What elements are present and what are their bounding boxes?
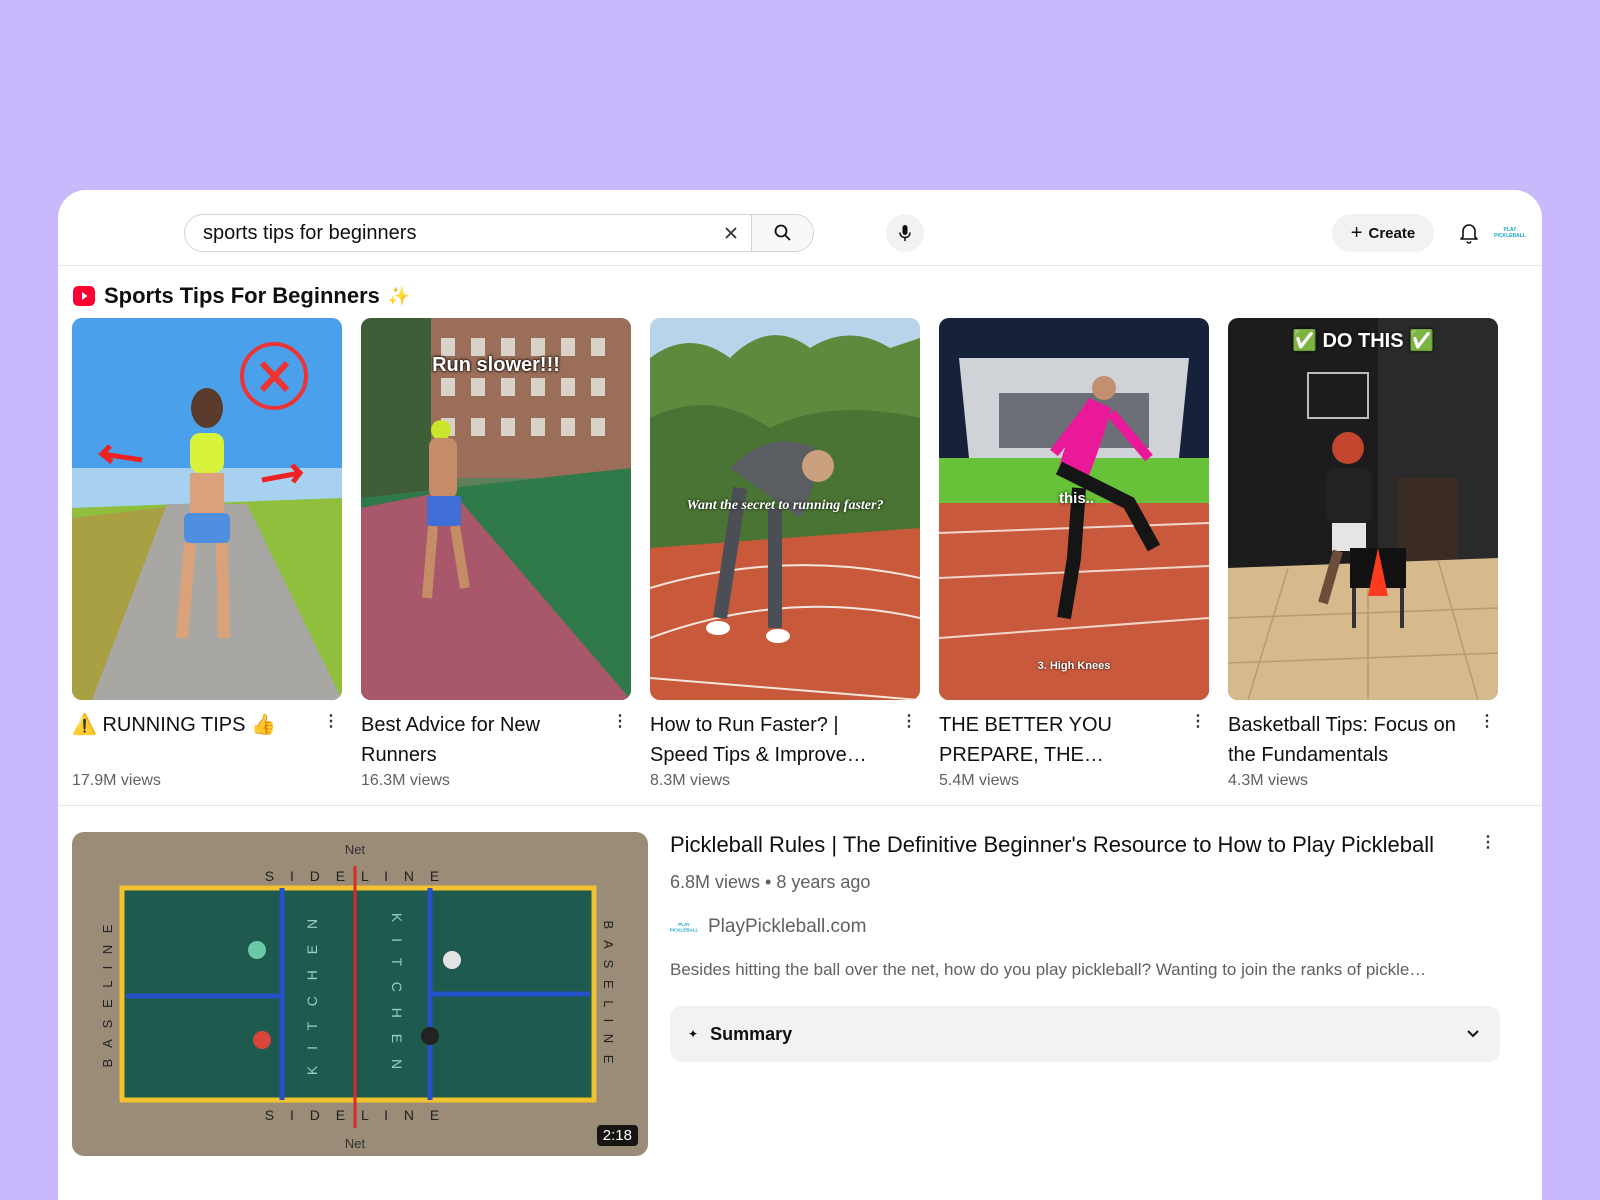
basketball-drill-image — [1228, 318, 1498, 700]
video-meta: 6.8M views • 8 years ago — [670, 872, 871, 892]
sparkle-emoji: ✨ — [387, 285, 411, 306]
create-label: Create — [1368, 224, 1416, 242]
summary-label: Summary — [710, 1023, 793, 1044]
channel-link[interactable]: PLAY PICKLEBALL PlayPickleball.com — [670, 916, 866, 938]
summary-expander[interactable]: ✦ Summary — [670, 1006, 1500, 1062]
short-card[interactable]: this.. 3. High Knees THE BETTER YOU PREP… — [939, 318, 1209, 798]
short-thumbnail[interactable]: ✅ DO THIS ✅ — [1228, 318, 1498, 700]
court-sideline-top: S I D E L I N E — [265, 868, 446, 884]
play-pickleball-logo: PLAYPICKLEBALL — [1494, 227, 1526, 239]
microphone-icon — [899, 225, 911, 241]
court-net-label-bottom: Net — [345, 1136, 366, 1151]
notifications-button[interactable] — [1454, 218, 1484, 248]
video-duration-badge: 2:18 — [596, 1125, 638, 1146]
court-baseline-left: B A S E L I N E — [100, 921, 115, 1068]
short-views: 17.9M views — [72, 772, 161, 789]
short-title[interactable]: Basketball Tips: Focus on the Fundamenta… — [1228, 710, 1464, 770]
channel-avatar-icon: PLAYPICKLEBALL — [670, 922, 698, 933]
pickleball-court-image: Net Net S I D E L I N E S I D E L I N E … — [72, 832, 648, 1156]
svg-text:PICKLEBALL: PICKLEBALL — [1494, 233, 1526, 239]
thumbnail-caption-text: 3. High Knees — [1037, 660, 1111, 672]
kebab-menu-icon: ⋮ — [901, 713, 917, 730]
video-thumbnail[interactable]: Net Net S I D E L I N E S I D E L I N E … — [72, 832, 648, 1156]
search-input[interactable] — [185, 215, 711, 251]
clear-search-button[interactable] — [711, 215, 751, 251]
thumbnail-overlay-text: Want the secret to running faster? — [686, 498, 884, 513]
shelf-title-text: Sports Tips For Beginners — [104, 283, 380, 308]
browser-window: + Create PLAYPICKLEBALL Sports Tips For … — [58, 190, 1542, 1200]
kebab-menu-icon: ⋮ — [612, 713, 628, 730]
thumbnail-overlay-text: Run slower!!! — [432, 354, 560, 376]
kebab-menu-icon: ⋮ — [323, 713, 339, 730]
short-views: 5.4M views — [939, 772, 1020, 789]
search-icon — [774, 224, 791, 241]
short-views: 8.3M views — [650, 772, 731, 789]
short-thumbnail[interactable]: Run slower!!! — [361, 318, 631, 700]
bell-icon — [1460, 224, 1478, 244]
sparkle-icon: ✦ — [688, 1027, 699, 1041]
section-divider — [58, 805, 1542, 806]
short-card[interactable]: Want the secret to running faster? How t… — [650, 318, 920, 798]
short-card[interactable]: ✅ DO THIS ✅ Basketball Tips: Focus on th… — [1228, 318, 1498, 798]
top-bar: + Create PLAYPICKLEBALL — [58, 190, 1542, 266]
more-options-button[interactable]: ⋮ — [323, 710, 339, 732]
svg-text:PLAY: PLAY — [678, 922, 690, 927]
kebab-menu-icon: ⋮ — [1190, 713, 1206, 730]
short-card[interactable]: ⚠️ RUNNING TIPS 👍 17.9M views ⋮ — [72, 318, 342, 798]
search-box — [184, 214, 814, 252]
thumbnail-overlay-text: ✅ DO THIS ✅ — [1291, 330, 1435, 352]
voice-search-button[interactable] — [886, 214, 924, 252]
close-icon — [725, 227, 737, 239]
short-thumbnail[interactable]: Want the secret to running faster? — [650, 318, 920, 700]
short-title[interactable]: How to Run Faster? | Speed Tips & Improv… — [650, 710, 886, 770]
short-title[interactable]: ⚠️ RUNNING TIPS 👍 — [72, 710, 308, 740]
more-options-button[interactable]: ⋮ — [1479, 710, 1495, 732]
short-thumbnail[interactable]: this.. 3. High Knees — [939, 318, 1209, 700]
more-options-button[interactable]: ⋮ — [901, 710, 917, 732]
court-kitchen-right: K I T C H E N — [389, 913, 405, 1075]
chevron-down-icon — [1464, 1025, 1482, 1043]
svg-text:PICKLEBALL: PICKLEBALL — [670, 928, 698, 933]
video-title[interactable]: Pickleball Rules | The Definitive Beginn… — [670, 830, 1470, 860]
more-options-button[interactable]: ⋮ — [612, 710, 628, 732]
search-button[interactable] — [751, 215, 813, 251]
short-card[interactable]: Run slower!!! Best Advice for New Runner… — [361, 318, 631, 798]
kebab-menu-icon: ⋮ — [1479, 713, 1495, 730]
short-views: 16.3M views — [361, 772, 450, 789]
runner-on-path-image — [72, 318, 342, 700]
video-more-options-button[interactable]: ⋮ — [1478, 832, 1498, 852]
kebab-menu-icon: ⋮ — [1480, 834, 1496, 851]
more-options-button[interactable]: ⋮ — [1190, 710, 1206, 732]
short-title[interactable]: Best Advice for New Runners — [361, 710, 597, 770]
video-description: Besides hitting the ball over the net, h… — [670, 960, 1427, 979]
court-net-label-top: Net — [345, 842, 366, 857]
avatar[interactable]: PLAY PICKLEBALL — [1492, 224, 1528, 240]
short-title[interactable]: THE BETTER YOU PREPARE, THE FASTER… — [939, 710, 1175, 770]
high-knees-athlete-image — [939, 318, 1209, 700]
shorts-row: ⚠️ RUNNING TIPS 👍 17.9M views ⋮ Run slow… — [72, 318, 1528, 798]
court-baseline-right: B A S E L I N E — [601, 921, 616, 1068]
court-sideline-bottom: S I D E L I N E — [265, 1107, 446, 1123]
create-button[interactable]: + Create — [1332, 214, 1434, 252]
channel-name[interactable]: PlayPickleball.com — [708, 916, 866, 938]
plus-icon: + — [1350, 222, 1363, 244]
short-thumbnail[interactable] — [72, 318, 342, 700]
short-views: 4.3M views — [1228, 772, 1309, 789]
thumbnail-overlay-text: this.. — [1059, 490, 1095, 507]
shorts-logo-icon — [73, 286, 95, 306]
shorts-shelf-title: Sports Tips For Beginners ✨ — [72, 282, 410, 310]
court-kitchen-left: K I T C H E N — [304, 913, 320, 1075]
